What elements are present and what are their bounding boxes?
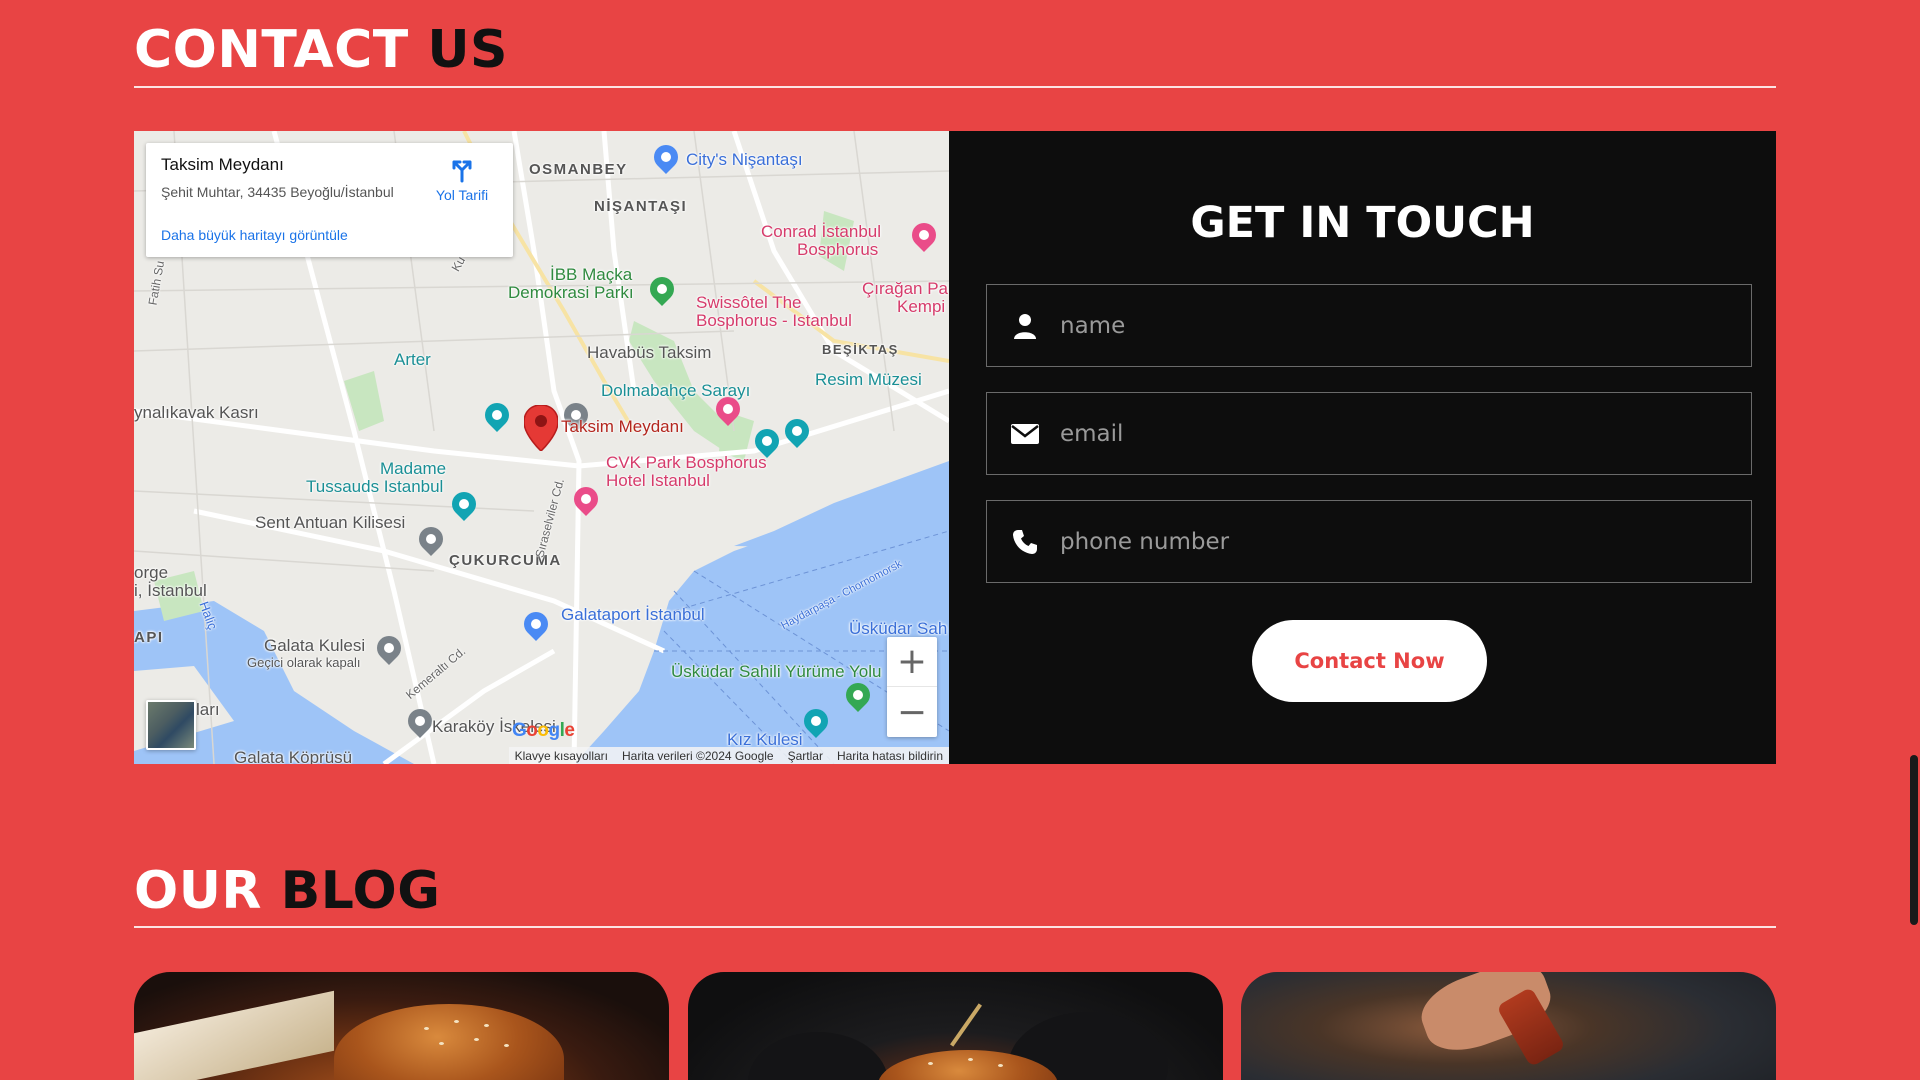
map-label: Resim Müzesi xyxy=(815,370,922,389)
map-label: ynalıkavak Kasrı xyxy=(134,403,259,422)
contact-title-part1: CONTACT xyxy=(134,20,409,80)
place-infocard: Taksim Meydanı Şehit Muhtar, 34435 Beyoğ… xyxy=(146,143,513,257)
gloved-hand-image xyxy=(748,1032,888,1080)
map-label: Geçici olarak kapalı xyxy=(247,655,361,670)
map-label: City's Nişantaşı xyxy=(686,150,803,169)
map-label: Sent Antuan Kilisesi xyxy=(255,513,406,532)
blog-card-image[interactable] xyxy=(688,972,1223,1080)
map-label: İBB Maçka xyxy=(550,265,633,284)
report-error-link[interactable]: Harita hatası bildirin xyxy=(837,749,943,763)
envelope-icon xyxy=(1010,419,1040,449)
map-label: Taksim Meydanı xyxy=(561,417,684,436)
map-label: Galata Kulesi xyxy=(264,636,366,655)
map-label: Üsküdar Sahili Yürüme Yolu xyxy=(671,662,882,681)
map-label: Tussauds Istanbul xyxy=(306,477,444,496)
satellite-toggle[interactable] xyxy=(146,700,196,750)
map-label: OSMANBEY xyxy=(529,161,628,178)
map-label: Kempi xyxy=(897,297,946,316)
map-label: Galataport İstanbul xyxy=(561,605,705,624)
contact-now-button[interactable]: Contact Now xyxy=(1252,620,1487,702)
map-marker-icon[interactable] xyxy=(524,405,558,451)
directions-label: Yol Tarifi xyxy=(435,187,489,203)
map-label: Arter xyxy=(394,350,431,369)
name-input[interactable] xyxy=(1060,312,1751,339)
blog-section-title: OUR BLOG xyxy=(134,861,440,921)
google-logo: Google xyxy=(512,720,575,741)
map-label: API xyxy=(134,629,164,646)
map-label: BEŞİKTAŞ xyxy=(822,342,899,357)
scrollbar-thumb[interactable] xyxy=(1910,755,1918,925)
map-label: i, İstanbul xyxy=(134,581,207,600)
phone-icon xyxy=(1010,527,1040,557)
map-label: Galata Köprüsü xyxy=(234,748,353,764)
map-label: Bosphorus - Istanbul xyxy=(696,311,852,330)
place-address: Şehit Muhtar, 34435 Beyoğlu/İstanbul xyxy=(161,184,394,200)
zoom-out-button[interactable]: − xyxy=(887,687,937,737)
blog-divider xyxy=(134,926,1776,928)
map-label: ları xyxy=(196,700,220,719)
map-attribution: Klavye kısayolları Harita verileri ©2024… xyxy=(508,747,949,764)
map-data-credit: Harita verileri ©2024 Google xyxy=(622,748,774,763)
map-label: Havabüs Taksim xyxy=(587,343,712,362)
contact-divider xyxy=(134,86,1776,88)
map-label: Hotel Istanbul xyxy=(606,471,710,490)
phone-input[interactable] xyxy=(1060,528,1751,555)
map-label: Üsküdar Sah xyxy=(849,619,948,638)
user-icon xyxy=(1010,311,1040,341)
terms-link[interactable]: Şartlar xyxy=(788,749,823,763)
map-label: Conrad İstanbul xyxy=(761,222,882,241)
skewer-image xyxy=(950,1003,982,1047)
email-field[interactable] xyxy=(986,392,1752,475)
form-title: GET IN TOUCH xyxy=(1190,198,1535,248)
phone-field[interactable] xyxy=(986,500,1752,583)
directions-icon xyxy=(452,160,472,183)
map-label: Dolmabahçe Sarayı xyxy=(601,381,751,400)
fries-paper-image xyxy=(134,990,334,1080)
burger-image xyxy=(334,1004,564,1080)
contact-title-part2: US xyxy=(427,20,508,80)
map-label: Çırağan Pa xyxy=(862,279,948,298)
zoom-in-button[interactable]: + xyxy=(887,637,937,687)
blog-card-image[interactable] xyxy=(1241,972,1776,1080)
email-input[interactable] xyxy=(1060,420,1751,447)
map-label: NİŞANTAŞI xyxy=(594,198,688,215)
zoom-control: + − xyxy=(887,637,937,737)
larger-map-link[interactable]: Daha büyük haritayı görüntüle xyxy=(161,227,348,243)
page-scrollbar[interactable] xyxy=(1908,0,1920,1080)
map-label: orge xyxy=(134,563,169,582)
name-field[interactable] xyxy=(986,284,1752,367)
contact-form-panel: GET IN TOUCH Contact Now xyxy=(949,131,1776,764)
directions-button[interactable]: Yol Tarifi xyxy=(426,157,498,203)
map-label: Bosphorus xyxy=(797,240,879,259)
blog-title-part1: OUR xyxy=(134,861,262,921)
map-label: Swissôtel The xyxy=(696,293,802,312)
blog-title-part2: BLOG xyxy=(280,861,441,921)
place-name: Taksim Meydanı xyxy=(161,155,284,174)
map-label: Demokrasi Parkı xyxy=(508,283,634,302)
map-label: CVK Park Bosphorus xyxy=(606,453,767,472)
contact-section-title: CONTACT US xyxy=(134,20,508,80)
blog-card-image[interactable] xyxy=(134,972,669,1080)
keyboard-shortcuts-link[interactable]: Klavye kısayolları xyxy=(515,749,608,763)
embedded-map[interactable]: OSMANBEY City's Nişantaşı NİŞANTAŞI Conr… xyxy=(134,131,949,764)
map-label: Madame xyxy=(380,459,447,478)
